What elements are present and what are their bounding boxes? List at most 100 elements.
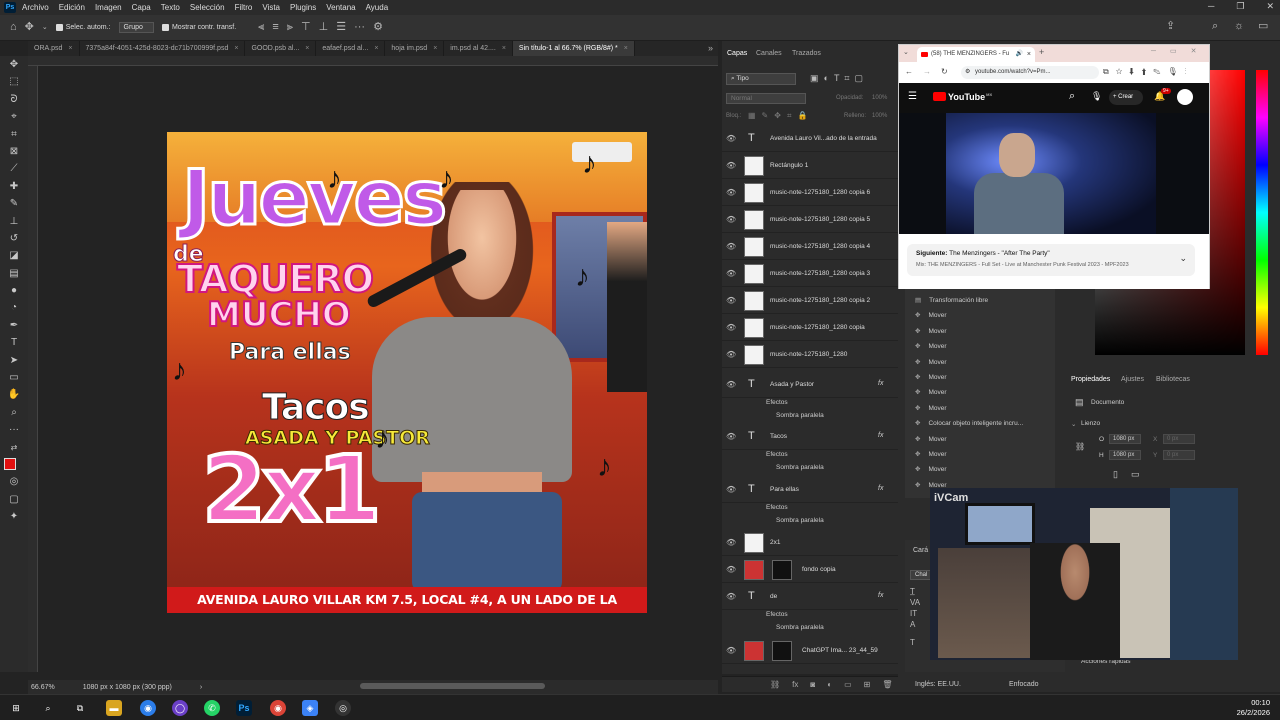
- generative-icon[interactable]: ✦: [0, 508, 28, 525]
- system-clock[interactable]: 00:10 26/2/2026: [1237, 698, 1270, 718]
- width-field[interactable]: 1080 px: [1109, 434, 1141, 444]
- chevron-right-icon[interactable]: ›: [200, 684, 202, 691]
- history-item[interactable]: ✥ Mover: [915, 373, 947, 381]
- transform-controls-checkbox[interactable]: Mostrar contr. transf.: [161, 24, 236, 31]
- photoshop-taskbar-icon[interactable]: Ps: [236, 700, 252, 716]
- drop-shadow-label[interactable]: Sombra paralela: [776, 517, 824, 524]
- tab-bibliotecas[interactable]: Bibliotecas: [1156, 376, 1190, 383]
- video-player[interactable]: [899, 113, 1209, 234]
- landscape-icon[interactable]: ▭: [1131, 469, 1140, 480]
- minimize-icon[interactable]: ─: [1208, 1, 1214, 12]
- menu-seleccion[interactable]: Selección: [190, 3, 225, 12]
- blur-tool-icon[interactable]: ●: [0, 282, 28, 299]
- tab-close-icon[interactable]: ×: [433, 45, 437, 52]
- settings-gear-icon[interactable]: ⚙: [373, 22, 383, 33]
- doc-tab[interactable]: ORA.psd ×: [28, 41, 80, 56]
- up-next-card[interactable]: Siguiente: The Menzingers - "After The P…: [907, 244, 1195, 276]
- doc-tab[interactable]: hoja im.psd ×: [385, 41, 445, 56]
- horizontal-scrollbar[interactable]: [360, 683, 545, 689]
- task-view-icon[interactable]: ⧉: [72, 700, 88, 716]
- marquee-tool-icon[interactable]: ⬚: [0, 73, 28, 90]
- doc-tab[interactable]: eafaef.psd al... ×: [316, 41, 386, 56]
- drop-shadow-label[interactable]: Sombra paralela: [776, 464, 824, 471]
- visibility-eye-icon[interactable]: 👁: [726, 134, 736, 143]
- visibility-eye-icon[interactable]: 👁: [726, 323, 736, 332]
- frame-tool-icon[interactable]: ⊠: [0, 143, 28, 160]
- tab-close-icon[interactable]: ×: [234, 45, 238, 52]
- layer-fx-icon[interactable]: fx: [878, 432, 883, 439]
- visibility-eye-icon[interactable]: 👁: [726, 188, 736, 197]
- new-tab-icon[interactable]: +: [1039, 47, 1044, 57]
- visibility-eye-icon[interactable]: 👁: [726, 269, 736, 278]
- eraser-tool-icon[interactable]: ◪: [0, 247, 28, 264]
- menu-texto[interactable]: Texto: [161, 3, 180, 12]
- filter-type-icons[interactable]: ▣◐T⌗▢: [810, 73, 868, 84]
- tab-caracter[interactable]: Cará: [913, 547, 928, 554]
- history-item[interactable]: ✥ Mover: [915, 450, 947, 458]
- forward-icon[interactable]: →: [923, 67, 931, 76]
- menu-plugins[interactable]: Plugins: [290, 3, 316, 12]
- auto-select-checkbox[interactable]: Selec. autom.:: [55, 24, 111, 31]
- history-item[interactable]: ✥ Mover: [915, 404, 947, 412]
- layer-row[interactable]: 👁 Rectángulo 1: [722, 153, 898, 179]
- distribute-icon[interactable]: ☰: [336, 22, 346, 33]
- back-icon[interactable]: ←: [905, 67, 913, 76]
- create-button[interactable]: + Crear: [1109, 90, 1143, 105]
- chrome-icon[interactable]: ◉: [140, 700, 156, 716]
- visibility-eye-icon[interactable]: 👁: [726, 161, 736, 170]
- windows-start-icon[interactable]: ⊞: [8, 700, 24, 716]
- clone-stamp-icon[interactable]: ⊥: [0, 213, 28, 230]
- layer-row[interactable]: 👁 T Asada y Pastor fx: [722, 372, 898, 398]
- reload-icon[interactable]: ↻: [941, 67, 948, 76]
- move-tool-icon[interactable]: ✥: [25, 22, 34, 33]
- menu-capa[interactable]: Capa: [132, 3, 151, 12]
- object-select-tool-icon[interactable]: ⌖: [0, 108, 28, 125]
- layer-row[interactable]: 👁 Tde fx: [722, 584, 898, 610]
- visibility-eye-icon[interactable]: 👁: [726, 350, 736, 359]
- layer-mask-thumbnail[interactable]: [772, 641, 792, 661]
- browser-tab[interactable]: (58) THE MENZINGERS - Fu 🔊 ×: [917, 47, 1035, 62]
- delete-layer-icon[interactable]: 🗑: [882, 680, 892, 689]
- maximize-icon[interactable]: ❐: [1236, 1, 1244, 12]
- chrome-profile-icon[interactable]: ◉: [270, 700, 286, 716]
- history-item[interactable]: ✥ Mover: [915, 435, 947, 443]
- history-item[interactable]: ✥ Mover: [915, 388, 947, 396]
- foreground-color[interactable]: [4, 457, 16, 470]
- layer-row[interactable]: 👁 music-note-1275180_1280 copia 4: [722, 234, 898, 260]
- visibility-eye-icon[interactable]: 👁: [726, 538, 736, 547]
- screen-mode-icon[interactable]: ▢: [0, 491, 28, 508]
- history-item[interactable]: ✥ Mover: [915, 342, 947, 350]
- doc-tab[interactable]: 7375a84f-4051-425d-8023-dc71b700999f.psd…: [80, 41, 246, 56]
- blend-mode-dropdown[interactable]: Normal: [726, 93, 806, 104]
- app-icon[interactable]: ◈: [302, 700, 318, 716]
- hue-slider[interactable]: [1256, 70, 1268, 355]
- zoom-tool-icon[interactable]: ⌕: [0, 404, 28, 421]
- quick-mask-icon[interactable]: ◎: [0, 473, 28, 490]
- menu-archivo[interactable]: Archivo: [22, 3, 49, 12]
- tab-close-icon[interactable]: ×: [68, 45, 72, 52]
- effects-label[interactable]: Efectos: [766, 504, 788, 511]
- layer-mask-thumbnail[interactable]: [772, 560, 792, 580]
- tab-capas[interactable]: Capas: [727, 50, 747, 57]
- share-icon[interactable]: ⇪: [1166, 21, 1175, 32]
- history-item[interactable]: ▤ Transformación libre: [915, 296, 988, 304]
- healing-brush-icon[interactable]: ✚: [0, 178, 28, 195]
- align-right-icon[interactable]: ⫸: [287, 22, 293, 33]
- visibility-eye-icon[interactable]: 👁: [726, 646, 736, 655]
- menu-edicion[interactable]: Edición: [59, 3, 85, 12]
- adjustment-layer-icon[interactable]: ◐: [827, 680, 832, 689]
- eyedropper-tool-icon[interactable]: ⟋: [0, 160, 28, 177]
- history-item[interactable]: ✥ Mover: [915, 358, 947, 366]
- shape-tool-icon[interactable]: ▭: [0, 369, 28, 386]
- hand-tool-icon[interactable]: ✋: [0, 386, 28, 403]
- align-center-icon[interactable]: ≡: [272, 22, 278, 33]
- doc-tab[interactable]: im.psd al 42.... ×: [444, 41, 513, 56]
- menu-imagen[interactable]: Imagen: [95, 3, 122, 12]
- visibility-eye-icon[interactable]: 👁: [726, 296, 736, 305]
- microphone-icon[interactable]: 🎙: [1091, 91, 1102, 102]
- search-icon[interactable]: ⌕: [40, 700, 56, 716]
- zoom-level[interactable]: 66.67%: [31, 684, 55, 691]
- align-left-icon[interactable]: ⫷: [258, 22, 264, 33]
- layer-fx-icon[interactable]: fx: [878, 380, 883, 387]
- layer-row[interactable]: 👁 T Para ellas fx: [722, 477, 898, 503]
